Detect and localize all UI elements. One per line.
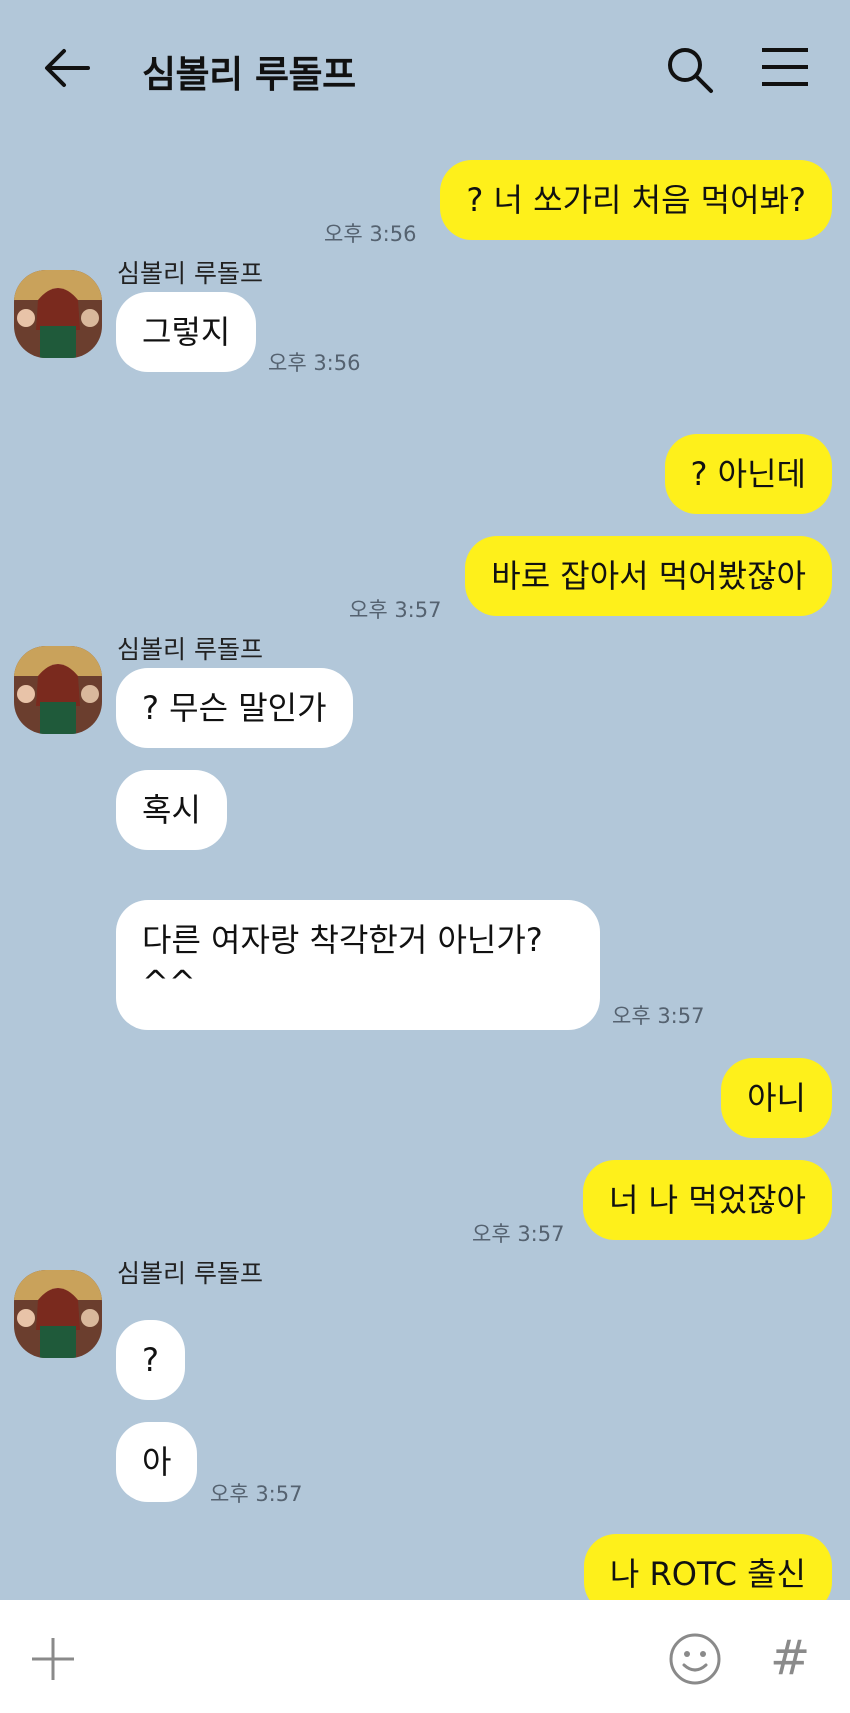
my-message-bubble[interactable]: 나 ROTC 출신 [583,1534,832,1600]
my-message-bubble[interactable]: ? 아닌데 [664,434,832,514]
sender-name: 심볼리 루돌프 [117,1259,263,1288]
message-time: 오후 3:57 [472,1222,565,1246]
other-message-bubble[interactable]: ? [116,1320,185,1400]
hashtag-button[interactable]: # [770,1630,810,1686]
my-message-bubble[interactable]: 너 나 먹었잖아 [583,1160,832,1240]
my-message-bubble[interactable]: 아니 [721,1058,832,1138]
sender-name: 심볼리 루돌프 [117,635,263,664]
other-message-bubble[interactable]: 다른 여자랑 착각한거 아닌가? ^^ [116,900,600,1030]
input-bar: # [0,1600,850,1713]
search-icon[interactable] [664,44,716,96]
menu-icon[interactable] [760,46,810,88]
message-time: 오후 3:56 [324,222,417,246]
emoji-icon[interactable] [668,1632,722,1686]
other-message-bubble[interactable]: ? 무슨 말인가 [116,668,353,748]
avatar[interactable] [14,270,102,358]
message-line: 다른 여자랑 착각한거 아닌가? [142,921,543,959]
my-message-bubble[interactable]: 바로 잡아서 먹어봤잖아 [465,536,832,616]
message-time: 오후 3:57 [349,598,442,622]
chat-area[interactable]: ? 너 쏘가리 처음 먹어봐? 오후 3:56 심볼리 루돌프 그렇지 오후 3… [0,130,850,1600]
sender-name: 심볼리 루돌프 [117,259,263,288]
avatar[interactable] [14,1270,102,1358]
chat-title: 심볼리 루돌프 [142,53,356,96]
other-message-bubble[interactable]: 그렇지 [116,292,257,372]
plus-icon[interactable] [28,1634,78,1684]
chat-header: 심볼리 루돌프 [0,0,850,130]
avatar[interactable] [14,646,102,734]
back-arrow-icon[interactable] [42,46,92,90]
message-time: 오후 3:57 [612,1004,705,1028]
other-message-bubble[interactable]: 아 [116,1422,198,1502]
my-message-bubble[interactable]: ? 너 쏘가리 처음 먹어봐? [440,160,832,240]
message-time: 오후 3:56 [268,351,361,375]
other-message-bubble[interactable]: 혹시 [116,770,227,850]
message-time: 오후 3:57 [210,1482,303,1506]
message-line: ^^ [142,963,196,1001]
